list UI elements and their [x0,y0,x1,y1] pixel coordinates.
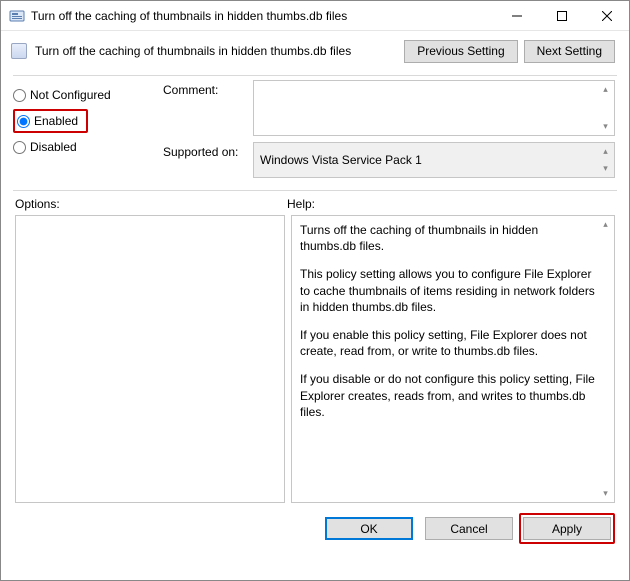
radio-disabled[interactable] [13,141,26,154]
help-text: If you enable this policy setting, File … [300,327,596,359]
close-button[interactable] [584,1,629,31]
radio-disabled-label: Disabled [30,140,77,154]
comment-label: Comment: [163,80,253,97]
supported-label: Supported on: [163,142,253,159]
scroll-down-icon: ▾ [598,161,613,176]
cancel-button[interactable]: Cancel [425,517,513,540]
dialog-footer: OK Cancel Apply [1,503,629,554]
help-text: If you disable or do not configure this … [300,371,596,420]
radio-enabled[interactable] [17,115,30,128]
window-title: Turn off the caching of thumbnails in hi… [31,9,494,23]
scroll-up-icon: ▴ [598,217,613,232]
next-setting-button[interactable]: Next Setting [524,40,615,63]
radio-enabled-label: Enabled [34,114,78,128]
maximize-button[interactable] [539,1,584,31]
ok-button[interactable]: OK [325,517,413,540]
scroll-up-icon: ▴ [598,82,613,97]
highlight-apply: Apply [519,513,615,544]
help-label: Help: [287,197,315,211]
supported-scroll: ▴ ▾ [598,144,613,176]
comment-scroll[interactable]: ▴ ▾ [598,82,613,134]
app-icon [9,8,25,24]
title-bar: Turn off the caching of thumbnails in hi… [1,1,629,31]
policy-icon [11,43,27,59]
comment-input[interactable]: ▴ ▾ [253,80,615,136]
help-pane: Turns off the caching of thumbnails in h… [291,215,615,503]
minimize-button[interactable] [494,1,539,31]
highlight-enabled: Enabled [13,109,88,133]
help-text: Turns off the caching of thumbnails in h… [300,222,596,254]
setting-header: Turn off the caching of thumbnails in hi… [1,31,629,75]
setting-title: Turn off the caching of thumbnails in hi… [35,44,398,58]
state-radio-group: Not Configured Enabled Disabled [13,80,163,184]
help-text: This policy setting allows you to config… [300,266,596,315]
supported-on-value: Windows Vista Service Pack 1 [260,153,422,167]
help-scroll[interactable]: ▴ ▾ [598,217,613,501]
previous-setting-button[interactable]: Previous Setting [404,40,517,63]
supported-on-field: Windows Vista Service Pack 1 ▴ ▾ [253,142,615,178]
radio-not-configured-label: Not Configured [30,88,111,102]
apply-button[interactable]: Apply [523,517,611,540]
options-label: Options: [15,197,287,211]
scroll-down-icon: ▾ [598,119,613,134]
radio-not-configured[interactable] [13,89,26,102]
scroll-up-icon: ▴ [598,144,613,159]
options-pane [15,215,285,503]
scroll-down-icon: ▾ [598,486,613,501]
